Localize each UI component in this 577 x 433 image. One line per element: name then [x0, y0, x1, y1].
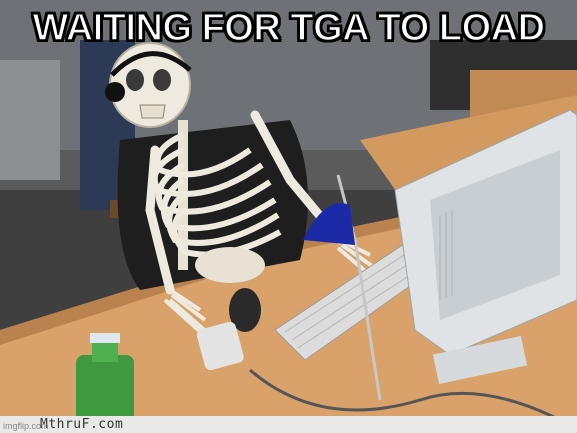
meme-caption: WAITING FOR TGA TO LOAD — [32, 6, 546, 50]
bottle-neck — [92, 340, 118, 362]
skull-jaw — [139, 104, 166, 119]
imgflip-watermark: imgflip.com — [3, 421, 49, 431]
skull-eye-socket-left — [126, 69, 144, 91]
office-scene-illustration — [0, 0, 577, 433]
green-bottle — [76, 355, 134, 425]
meme-image: WAITING FOR TGA TO LOAD MthruF.com imgfl… — [0, 0, 577, 433]
site-watermark: MthruF.com — [40, 417, 124, 432]
skeleton-pelvis — [195, 247, 265, 283]
bottle-cap — [90, 333, 120, 343]
skull-eye-socket-right — [153, 69, 171, 91]
headset-earpiece — [105, 82, 125, 102]
wall-panel — [0, 60, 60, 180]
